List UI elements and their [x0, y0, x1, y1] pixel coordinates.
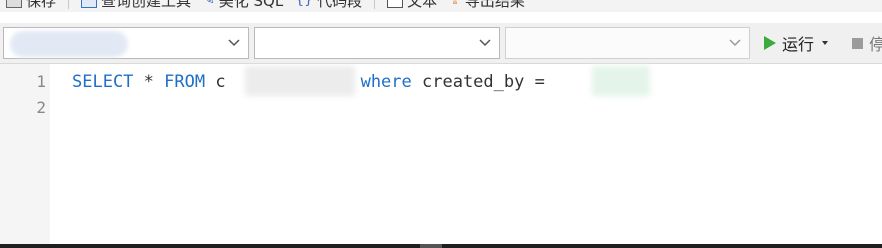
save-button[interactable]: 保存: [0, 0, 62, 12]
line-number: 2: [36, 98, 46, 117]
redacted-filter-value: [592, 66, 650, 96]
export-results-label: 导出结果: [464, 0, 525, 10]
line-number-gutter: 1 2: [0, 64, 50, 244]
connection-selector-bar: [0, 23, 882, 64]
schema-select[interactable]: [505, 27, 750, 59]
editor-bottom-border: [0, 244, 882, 248]
code-snippet-icon: {}: [295, 0, 314, 8]
splitter-handle[interactable]: [420, 244, 442, 248]
chevron-down-icon: [228, 39, 240, 47]
redacted-connection-name: [10, 31, 128, 57]
run-button[interactable]: 运行: [764, 29, 829, 57]
export-results-button[interactable]: ⇪ 导出结果: [443, 0, 531, 12]
query-builder-button[interactable]: 查询创建工具: [75, 0, 197, 12]
stop-icon: [852, 37, 863, 49]
stop-button[interactable]: 停: [852, 29, 882, 57]
save-label: 保存: [26, 0, 57, 10]
chevron-down-icon: [729, 39, 741, 47]
query-builder-icon: [81, 0, 98, 8]
keyword-from: FROM: [164, 72, 206, 92]
sql-query-window: 保存 查询创建工具 ✎ 美化 SQL {} 代码段 文本 ⇪ 导出结果 运行 停…: [0, 0, 882, 248]
beautify-sql-label: 美化 SQL: [218, 0, 284, 10]
chevron-down-icon: [479, 39, 491, 47]
text-label: 文本: [407, 0, 438, 10]
star-token: *: [133, 72, 165, 92]
text-button[interactable]: 文本: [381, 0, 443, 12]
keyword-select: SELECT: [72, 72, 134, 92]
run-dropdown-icon[interactable]: [822, 41, 829, 45]
code-line-1[interactable]: SELECT * FROM c where created_by =: [72, 72, 555, 92]
stop-label: 停: [869, 35, 882, 54]
beautify-sql-icon: ✎: [203, 0, 215, 8]
keyword-where: where: [360, 72, 412, 92]
sql-editor[interactable]: 1 2 SELECT * FROM c where created_by =: [0, 64, 882, 244]
database-select[interactable]: [254, 27, 500, 59]
toolbar-divider: [374, 0, 376, 9]
text-icon: [387, 0, 404, 8]
line-number: 1: [36, 72, 46, 91]
connection-select[interactable]: [3, 27, 249, 59]
query-builder-label: 查询创建工具: [101, 0, 192, 10]
query-toolbar: 保存 查询创建工具 ✎ 美化 SQL {} 代码段 文本 ⇪ 导出结果: [0, 0, 882, 12]
where-clause: created_by =: [411, 72, 556, 92]
table-prefix-token: c: [205, 72, 226, 92]
export-results-icon: ⇪: [449, 0, 461, 8]
toolbar-divider: [68, 0, 70, 9]
play-icon: [764, 36, 776, 50]
code-snippet-button[interactable]: {} 代码段: [289, 0, 368, 12]
beautify-sql-button[interactable]: ✎ 美化 SQL: [197, 0, 289, 12]
code-snippet-label: 代码段: [317, 0, 363, 10]
save-icon: [6, 0, 22, 8]
run-label: 运行: [782, 35, 815, 54]
